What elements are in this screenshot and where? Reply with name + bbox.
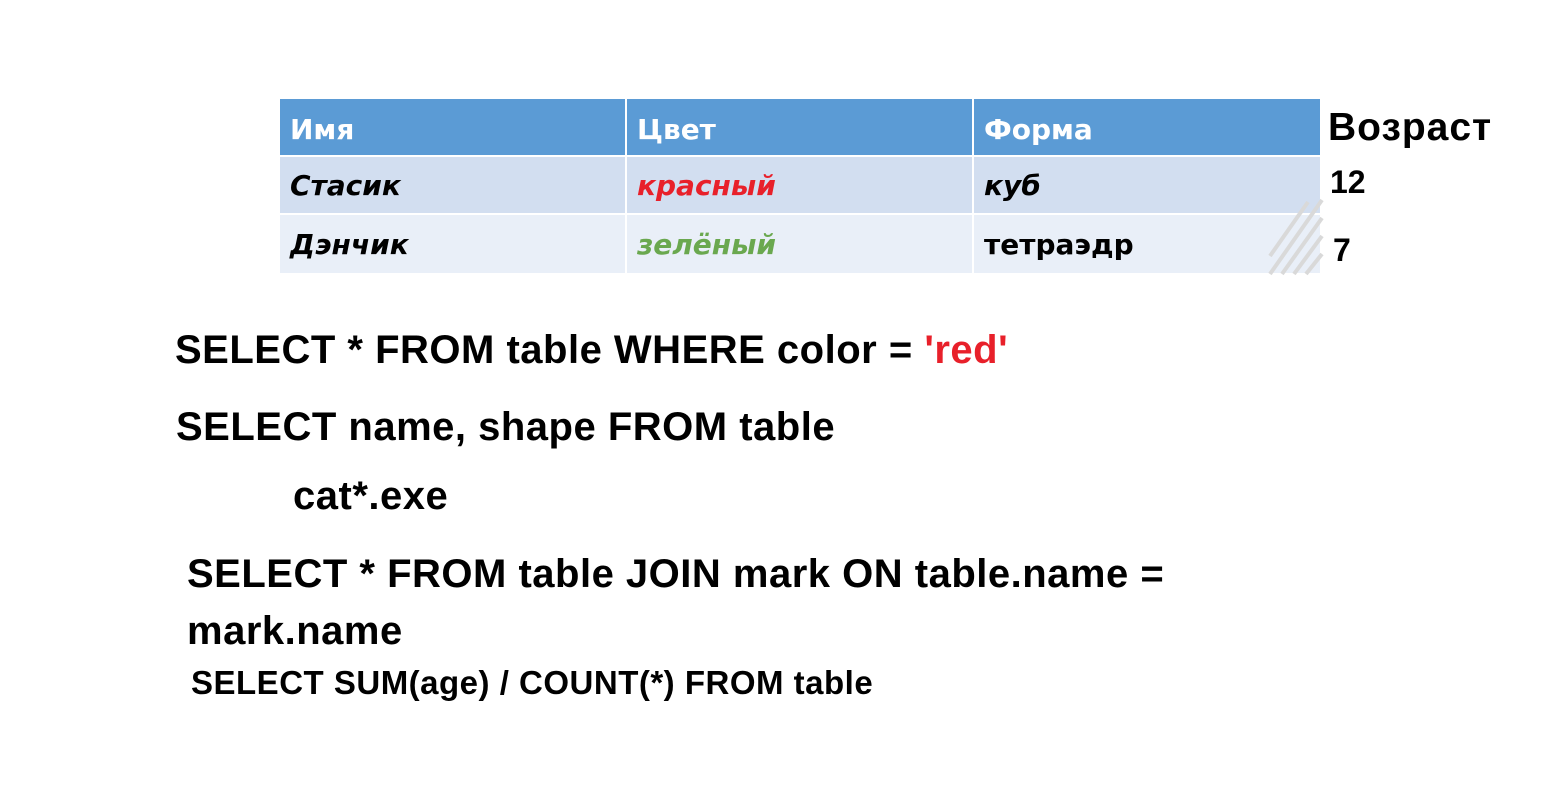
cell-name: Дэнчик <box>280 215 627 273</box>
cell-color-green: зелёный <box>627 215 974 273</box>
data-table: Имя Цвет Форма Стасик красный куб Дэнчик… <box>280 99 1320 273</box>
wildcard-example: cat*.exe <box>293 474 449 518</box>
cell-color-red: красный <box>627 157 974 215</box>
query-join: SELECT * FROM table JOIN mark ON table.n… <box>187 552 1165 653</box>
header-color: Цвет <box>627 99 974 157</box>
table-row: Дэнчик зелёный тетраэдр <box>280 215 1320 273</box>
query-where: SELECT * FROM table WHERE color = 'red' <box>175 328 1008 373</box>
query-average: SELECT SUM(age) / COUNT(*) FROM table <box>191 664 874 701</box>
age-value: 12 <box>1330 164 1366 200</box>
header-shape: Форма <box>974 99 1320 157</box>
table-row: Стасик красный куб <box>280 157 1320 215</box>
slide: Имя Цвет Форма Стасик красный куб Дэнчик… <box>0 0 1544 801</box>
header-name: Имя <box>280 99 627 157</box>
query-select-columns: SELECT name, shape FROM table <box>176 405 836 449</box>
age-header: Возраст <box>1328 106 1493 149</box>
query-where-value: 'red' <box>924 328 1009 372</box>
query-where-text: SELECT * FROM table WHERE color = <box>175 328 925 372</box>
table-header-row: Имя Цвет Форма <box>280 99 1320 157</box>
hatch-decoration <box>1268 198 1324 276</box>
cell-name: Стасик <box>280 157 627 215</box>
age-value: 7 <box>1333 232 1351 268</box>
